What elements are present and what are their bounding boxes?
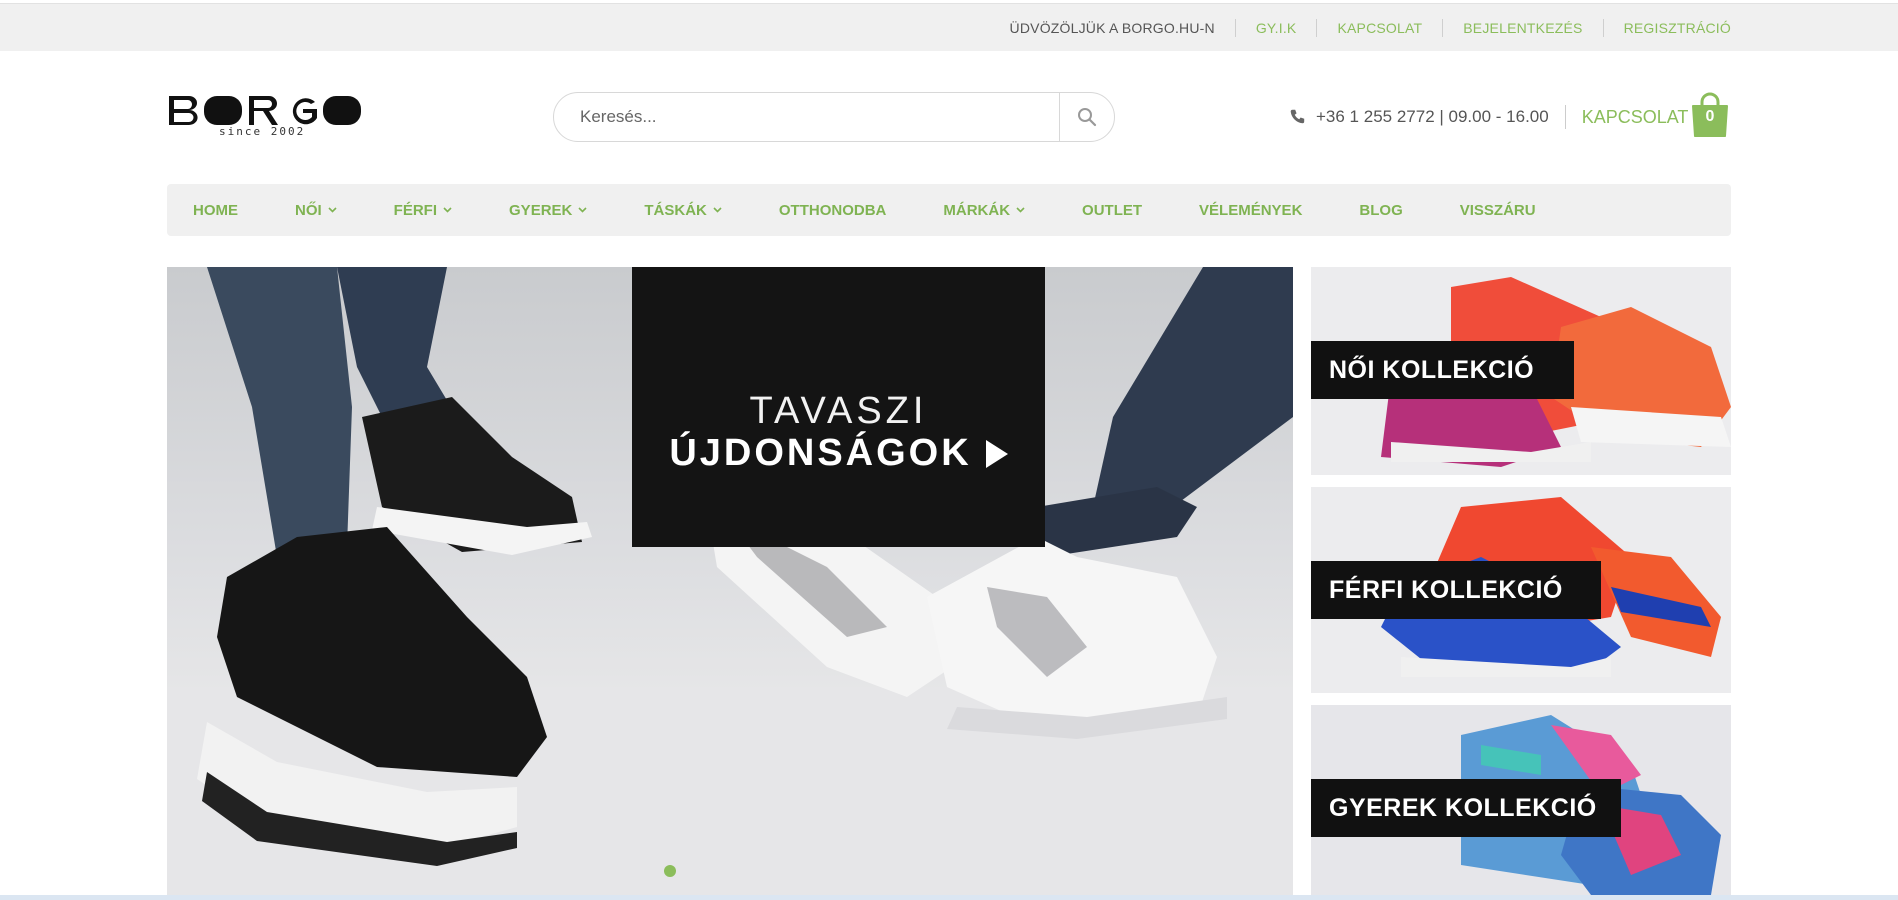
nav-item-visszaru[interactable]: VISSZÁRU bbox=[1460, 202, 1536, 219]
chevron-down-icon bbox=[328, 207, 337, 213]
collection-label-kids: GYEREK KOLLEKCIÓ bbox=[1311, 779, 1621, 837]
nav-item-label: TÁSKÁK bbox=[644, 201, 707, 219]
nav-item-label: OTTHONODBA bbox=[778, 201, 887, 219]
chevron-down-icon bbox=[1016, 207, 1025, 213]
nav-item-label: NŐI bbox=[295, 201, 322, 219]
collection-label-men: FÉRFI KOLLEKCIÓ bbox=[1311, 561, 1601, 619]
header-contact: +36 1 255 2772 | 09.00 - 16.00 KAPCSOLAT bbox=[1288, 100, 1688, 134]
nav-item-taskak[interactable]: TÁSKÁK bbox=[644, 202, 722, 219]
nav-item-blog[interactable]: BLOG bbox=[1359, 202, 1402, 219]
top-bar-links: ÜDVÖZÖLJÜK A BORGO.HU-N GY.I.K KAPCSOLAT… bbox=[1010, 4, 1731, 52]
slider-dot-active[interactable] bbox=[664, 865, 676, 877]
search-icon bbox=[1078, 108, 1097, 127]
nav-item-label: VISSZÁRU bbox=[1459, 201, 1536, 219]
phone-number[interactable]: +36 1 255 2772 | 09.00 - 16.00 bbox=[1316, 107, 1549, 127]
main-nav: HOME NŐI FÉRFI GYEREK TÁSKÁK OTTHONODBA … bbox=[167, 184, 1731, 236]
nav-item-otthonodba[interactable]: OTTHONODBA bbox=[779, 202, 887, 219]
nav-item-label: VÉLEMÉNYEK bbox=[1199, 201, 1303, 219]
cart-button[interactable]: 0 bbox=[1689, 92, 1731, 138]
contact-divider bbox=[1564, 105, 1566, 129]
nav-item-label: GYEREK bbox=[509, 201, 573, 219]
collection-label-women: NŐI KOLLEKCIÓ bbox=[1311, 341, 1574, 399]
phone-icon bbox=[1290, 109, 1305, 124]
chevron-down-icon bbox=[713, 207, 722, 213]
nav-item-gyerek[interactable]: GYEREK bbox=[509, 202, 587, 219]
hero-promo-box[interactable]: TAVASZI ÚJDONSÁGOK bbox=[632, 267, 1045, 547]
search-box bbox=[553, 92, 1115, 142]
nav-item-ferfi[interactable]: FÉRFI bbox=[394, 202, 452, 219]
nav-item-noi[interactable]: NŐI bbox=[295, 202, 337, 219]
faq-link[interactable]: GY.I.K bbox=[1234, 19, 1317, 37]
play-arrow-icon bbox=[985, 439, 1008, 468]
collection-card-kids[interactable]: GYEREK KOLLEKCIÓ bbox=[1311, 705, 1731, 900]
nav-item-label: HOME bbox=[193, 201, 238, 219]
nav-item-velemenyek[interactable]: VÉLEMÉNYEK bbox=[1199, 202, 1302, 219]
hero-title-line1: TAVASZI bbox=[749, 390, 928, 432]
cart-count: 0 bbox=[1705, 108, 1715, 125]
welcome-text: ÜDVÖZÖLJÜK A BORGO.HU-N bbox=[1009, 20, 1215, 36]
nav-item-home[interactable]: HOME bbox=[193, 202, 238, 219]
chevron-down-icon bbox=[443, 207, 452, 213]
login-link[interactable]: BEJELENTKEZÉS bbox=[1442, 19, 1602, 37]
nav-item-label: FÉRFI bbox=[393, 201, 438, 219]
collection-card-women[interactable]: NŐI KOLLEKCIÓ bbox=[1311, 267, 1731, 475]
search-input[interactable] bbox=[554, 93, 1059, 141]
search-button[interactable] bbox=[1059, 93, 1114, 141]
contact-link[interactable]: KAPCSOLAT bbox=[1316, 19, 1442, 37]
nav-item-markak[interactable]: MÁRKÁK bbox=[943, 202, 1025, 219]
chevron-down-icon bbox=[578, 207, 587, 213]
collection-card-men[interactable]: FÉRFI KOLLEKCIÓ bbox=[1311, 487, 1731, 693]
logo-tagline: since 2002 bbox=[219, 125, 306, 138]
nav-item-label: OUTLET bbox=[1082, 201, 1143, 219]
top-bar: ÜDVÖZÖLJÜK A BORGO.HU-N GY.I.K KAPCSOLAT… bbox=[0, 3, 1898, 51]
nav-item-outlet[interactable]: OUTLET bbox=[1082, 202, 1142, 219]
header-contact-link[interactable]: KAPCSOLAT bbox=[1582, 107, 1689, 128]
hero-title-line2: ÚJDONSÁGOK bbox=[632, 432, 1045, 475]
nav-item-label: BLOG bbox=[1359, 201, 1403, 219]
hero-banner[interactable]: TAVASZI ÚJDONSÁGOK bbox=[167, 267, 1293, 897]
nav-item-label: MÁRKÁK bbox=[943, 201, 1011, 219]
borgo-logo[interactable]: since 2002 bbox=[167, 92, 367, 144]
register-link[interactable]: REGISZTRÁCIÓ bbox=[1602, 19, 1731, 37]
hero-title-text: ÚJDONSÁGOK bbox=[669, 432, 972, 474]
bottom-strip bbox=[0, 895, 1898, 900]
